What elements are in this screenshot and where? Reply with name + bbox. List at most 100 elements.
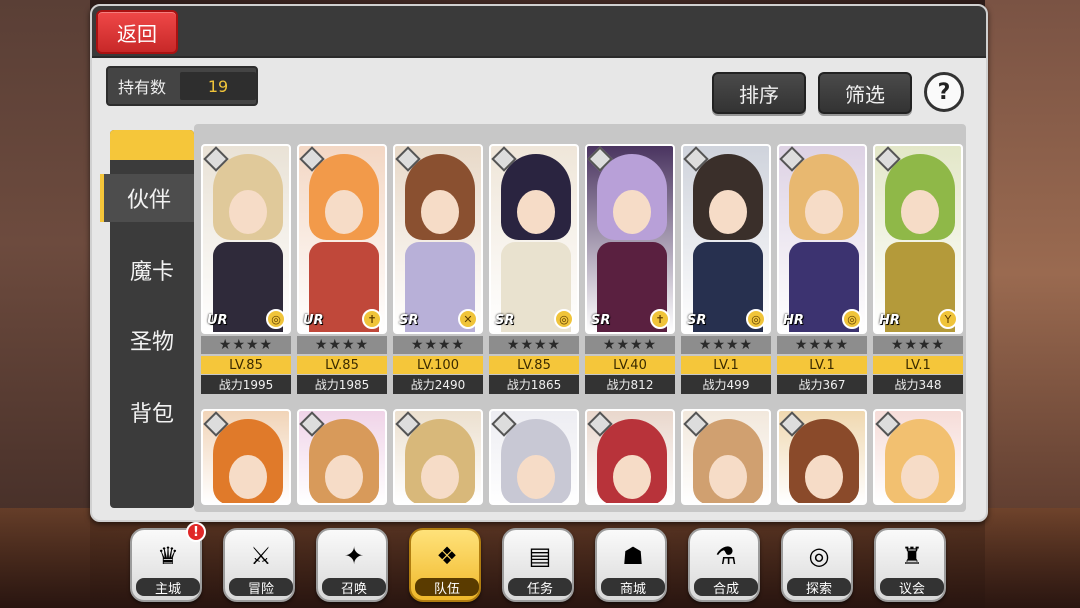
nav-label: 任务 bbox=[508, 578, 572, 597]
character-face bbox=[709, 455, 747, 499]
summon-icon: ✦ bbox=[343, 542, 365, 570]
character-card[interactable] bbox=[777, 409, 867, 505]
nav-quests-button[interactable]: ▤ 任务 bbox=[502, 528, 574, 602]
nav-adventure-button[interactable]: ⚔ 冒险 bbox=[223, 528, 295, 602]
rarity-label: SR bbox=[687, 313, 707, 328]
top-bar: 返回 bbox=[92, 6, 986, 58]
character-portrait: SR ✝ bbox=[585, 144, 675, 334]
character-card[interactable]: SR ◎ ★★★★ LV.1 战力499 bbox=[681, 144, 771, 396]
level-label: LV.40 bbox=[585, 356, 675, 374]
level-label: LV.85 bbox=[297, 356, 387, 374]
nav-label: 召唤 bbox=[322, 578, 386, 597]
character-card[interactable]: HR Y ★★★★ LV.1 战力348 bbox=[873, 144, 963, 396]
class-icon: ◎ bbox=[266, 309, 286, 329]
nav-synthesis-button[interactable]: ⚗ 合成 bbox=[688, 528, 760, 602]
character-face bbox=[805, 455, 843, 499]
class-icon: Y bbox=[938, 309, 958, 329]
character-portrait: HR Y bbox=[873, 144, 963, 334]
nav-label: 主城 bbox=[136, 578, 200, 597]
adventure-icon: ⚔ bbox=[250, 542, 272, 570]
character-card[interactable]: UR ◎ ★★★★ LV.85 战力1995 bbox=[201, 144, 291, 396]
character-card[interactable]: UR ✝ ★★★★ LV.85 战力1985 bbox=[297, 144, 387, 396]
character-card[interactable]: SR ✝ ★★★★ LV.40 战力812 bbox=[585, 144, 675, 396]
character-face bbox=[229, 190, 267, 234]
filter-button[interactable]: 筛选 bbox=[818, 72, 912, 114]
level-label: LV.1 bbox=[777, 356, 867, 374]
level-label: LV.1 bbox=[873, 356, 963, 374]
character-portrait: HR ◎ bbox=[777, 144, 867, 334]
tab-backpack[interactable]: 背包 bbox=[110, 388, 194, 436]
class-icon: ✕ bbox=[458, 309, 478, 329]
owned-count-value: 19 bbox=[180, 72, 256, 100]
owned-count-box: 持有数 19 bbox=[106, 66, 258, 106]
character-card[interactable] bbox=[585, 409, 675, 505]
character-face bbox=[517, 455, 555, 499]
star-rating: ★★★★ bbox=[393, 336, 483, 354]
power-label: 战力499 bbox=[681, 375, 771, 394]
level-label: LV.100 bbox=[393, 356, 483, 374]
power-label: 战力1865 bbox=[489, 375, 579, 394]
back-button[interactable]: 返回 bbox=[96, 10, 178, 54]
character-card[interactable] bbox=[297, 409, 387, 505]
character-portrait bbox=[201, 409, 291, 505]
power-label: 战力2490 bbox=[393, 375, 483, 394]
rarity-label: HR bbox=[879, 313, 900, 328]
star-rating: ★★★★ bbox=[201, 336, 291, 354]
character-face bbox=[901, 455, 939, 499]
nav-label: 合成 bbox=[694, 578, 758, 597]
character-portrait: SR ◎ bbox=[681, 144, 771, 334]
character-face bbox=[229, 455, 267, 499]
level-label: LV.1 bbox=[681, 356, 771, 374]
character-portrait: SR ✕ bbox=[393, 144, 483, 334]
star-rating: ★★★★ bbox=[297, 336, 387, 354]
star-rating: ★★★★ bbox=[681, 336, 771, 354]
character-card[interactable]: SR ✕ ★★★★ LV.100 战力2490 bbox=[393, 144, 483, 396]
character-portrait bbox=[489, 409, 579, 505]
character-portrait bbox=[393, 409, 483, 505]
nav-shop-button[interactable]: ☗ 商城 bbox=[595, 528, 667, 602]
character-card[interactable] bbox=[489, 409, 579, 505]
character-face bbox=[613, 455, 651, 499]
tab-magic-cards[interactable]: 魔卡 bbox=[110, 246, 194, 294]
nav-label: 队伍 bbox=[415, 578, 479, 597]
character-face bbox=[805, 190, 843, 234]
nav-label: 议会 bbox=[880, 578, 944, 597]
character-face bbox=[613, 190, 651, 234]
character-grid: UR ◎ ★★★★ LV.85 战力1995 UR ✝ ★★★★ LV.85 战力1985 SR ✕ ★… bbox=[194, 124, 966, 512]
character-portrait bbox=[873, 409, 963, 505]
power-label: 战力367 bbox=[777, 375, 867, 394]
character-face bbox=[709, 190, 747, 234]
character-portrait: UR ✝ bbox=[297, 144, 387, 334]
rarity-label: UR bbox=[303, 313, 324, 328]
character-card[interactable] bbox=[201, 409, 291, 505]
power-label: 战力1995 bbox=[201, 375, 291, 394]
character-card[interactable] bbox=[681, 409, 771, 505]
bottom-navigation: ♛ 主城! ⚔ 冒险 ✦ 召唤 ❖ 队伍 ▤ 任务 ☗ 商城 ⚗ 合成 ◎ 探索 ♜ 议会 bbox=[130, 522, 950, 606]
level-label: LV.85 bbox=[201, 356, 291, 374]
alert-badge: ! bbox=[186, 522, 206, 542]
sort-button[interactable]: 排序 bbox=[712, 72, 806, 114]
character-card[interactable]: HR ◎ ★★★★ LV.1 战力367 bbox=[777, 144, 867, 396]
character-card[interactable]: SR ◎ ★★★★ LV.85 战力1865 bbox=[489, 144, 579, 396]
nav-explore-button[interactable]: ◎ 探索 bbox=[781, 528, 853, 602]
character-face bbox=[325, 455, 363, 499]
character-portrait bbox=[585, 409, 675, 505]
character-face bbox=[517, 190, 555, 234]
nav-team-button[interactable]: ❖ 队伍 bbox=[409, 528, 481, 602]
team-icon: ❖ bbox=[436, 542, 458, 570]
character-portrait bbox=[681, 409, 771, 505]
star-rating: ★★★★ bbox=[873, 336, 963, 354]
power-label: 战力1985 bbox=[297, 375, 387, 394]
nav-main-city-button[interactable]: ♛ 主城! bbox=[130, 522, 206, 602]
character-card[interactable] bbox=[393, 409, 483, 505]
nav-council-button[interactable]: ♜ 议会 bbox=[874, 528, 946, 602]
character-card[interactable] bbox=[873, 409, 963, 505]
nav-summon-button[interactable]: ✦ 召唤 bbox=[316, 528, 388, 602]
help-button[interactable]: ? bbox=[924, 72, 964, 112]
star-rating: ★★★★ bbox=[585, 336, 675, 354]
tab-partners[interactable]: 伙伴 bbox=[100, 174, 194, 222]
nav-label: 冒险 bbox=[229, 578, 293, 597]
character-portrait: SR ◎ bbox=[489, 144, 579, 334]
tab-relics[interactable]: 圣物 bbox=[110, 316, 194, 364]
character-face bbox=[421, 455, 459, 499]
